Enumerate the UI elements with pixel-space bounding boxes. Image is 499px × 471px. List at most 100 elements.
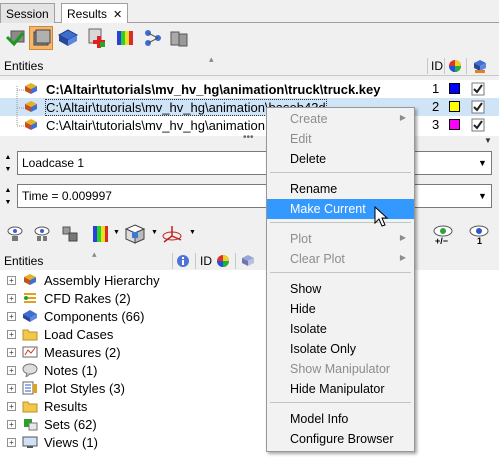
menu-item-model-info[interactable]: Model Info (267, 409, 414, 429)
display-state-icon[interactable] (472, 58, 488, 74)
expand-icon[interactable]: + (7, 402, 16, 411)
loadcase-next-icon[interactable]: ▼ (1, 164, 15, 176)
folder-icon (22, 329, 38, 341)
menu-item-plot[interactable]: Plot ▶ (267, 229, 414, 249)
menu-item-label: Edit (290, 132, 312, 146)
sort-indicator-icon: ▴ (209, 54, 214, 64)
tree-item[interactable]: + Notes (1) (0, 361, 260, 379)
scroll-down-icon[interactable]: ▼ (484, 136, 492, 145)
menu-item-rename[interactable]: Rename (267, 179, 414, 199)
time-dropdown[interactable]: Time = 0.009997 ▼ (17, 184, 492, 208)
model-color-swatch[interactable] (449, 119, 460, 130)
chevron-down-icon[interactable]: ▼ (151, 229, 158, 236)
id-column-header[interactable]: ID (431, 59, 443, 73)
contour-button[interactable] (113, 26, 137, 50)
color-legend-icon[interactable] (91, 223, 109, 245)
expand-icon[interactable]: + (7, 420, 16, 429)
mouse-cursor-icon (374, 206, 389, 227)
tab-results[interactable]: Results ✕ (61, 3, 129, 24)
expand-icon[interactable]: + (7, 384, 16, 393)
add-icon (88, 28, 105, 48)
menu-item-show[interactable]: Show (267, 279, 414, 299)
tree-item[interactable]: + Components (66) (0, 307, 260, 325)
model-list-header: Entities ▴ ID (0, 54, 499, 76)
display-checkbox-icon[interactable] (471, 118, 485, 132)
menu-item-show-manipulator[interactable]: Show Manipulator (267, 359, 414, 379)
time-value: Time = 0.009997 (22, 189, 112, 203)
menu-item-configure-browser[interactable]: Configure Browser (267, 429, 414, 449)
time-row: ▲ ▼ Time = 0.009997 ▼ (0, 184, 499, 210)
model-color-swatch[interactable] (449, 101, 460, 112)
expand-icon[interactable]: + (7, 312, 16, 321)
tree-item[interactable]: + Assembly Hierarchy (0, 271, 260, 289)
expand-icon[interactable]: + (7, 276, 16, 285)
color-wheel-icon[interactable] (216, 254, 230, 268)
result-button[interactable] (56, 26, 80, 50)
menu-item-hide-manipulator[interactable]: Hide Manipulator (267, 379, 414, 399)
cube-view-icon[interactable] (123, 223, 147, 245)
axis-icon[interactable] (160, 223, 184, 245)
menu-item-edit[interactable]: Edit (267, 129, 414, 149)
id-column-header[interactable]: ID (200, 254, 212, 268)
chevron-down-icon[interactable]: ▼ (189, 229, 196, 236)
display-state-icon[interactable] (240, 253, 256, 269)
time-next-icon[interactable]: ▼ (1, 197, 15, 209)
show-all-icon[interactable] (5, 224, 25, 244)
model-color-swatch[interactable] (449, 83, 460, 94)
menu-separator (270, 272, 411, 273)
submenu-arrow-icon: ▶ (399, 253, 406, 262)
menu-item-clear-plot[interactable]: Clear Plot ▶ (267, 249, 414, 269)
expand-icon[interactable]: + (7, 294, 16, 303)
tree-item[interactable]: + Measures (2) (0, 343, 260, 361)
menu-item-isolate[interactable]: Isolate (267, 319, 414, 339)
loadcase-dropdown[interactable]: Loadcase 1 ▼ (17, 151, 492, 175)
display-checkbox-icon[interactable] (471, 100, 485, 114)
splitter[interactable]: ••• ▼ (0, 132, 499, 146)
info-icon[interactable] (176, 254, 190, 268)
network-button[interactable] (141, 26, 165, 50)
tab-session[interactable]: Session (0, 3, 55, 23)
menu-item-isolate-only[interactable]: Isolate Only (267, 339, 414, 359)
close-icon[interactable]: ✕ (113, 9, 122, 21)
model-view-button[interactable] (29, 26, 53, 50)
import-model-button[interactable] (4, 26, 28, 50)
dropdown-arrow-icon[interactable]: ▼ (474, 185, 491, 207)
tree-item-label: Load Cases (44, 327, 114, 342)
expand-icon[interactable]: + (7, 366, 16, 375)
loadcase-prev-icon[interactable]: ▲ (1, 152, 15, 164)
tree-item[interactable]: + Load Cases (0, 325, 260, 343)
color-wheel-icon[interactable] (448, 59, 462, 73)
menu-item-label: Create (290, 112, 328, 126)
measures-icon (22, 346, 38, 358)
show-selected-icon[interactable] (32, 224, 52, 244)
add-button[interactable] (85, 26, 109, 50)
expand-icon[interactable]: + (7, 348, 16, 357)
display-checkbox-icon[interactable] (471, 82, 485, 96)
splitter-grip-icon[interactable]: ••• (243, 132, 254, 143)
menu-item-hide[interactable]: Hide (267, 299, 414, 319)
menu-item-label: Show (290, 282, 322, 296)
model-id: 3 (432, 117, 440, 132)
menu-item-label: Configure Browser (290, 432, 394, 446)
contour-icon (117, 31, 133, 45)
tree-item[interactable]: + Plot Styles (3) (0, 379, 260, 397)
expand-icon[interactable]: + (7, 438, 16, 447)
menu-item-label: Plot (290, 232, 312, 246)
dropdown-arrow-icon[interactable]: ▼ (474, 152, 491, 174)
model-row[interactable]: C:\Altair\tutorials\mv_hv_hg\animation\b… (0, 98, 499, 116)
cylinders-button[interactable] (167, 26, 191, 50)
tree-item[interactable]: + Views (1) (0, 433, 260, 451)
tree-item[interactable]: + Sets (62) (0, 415, 260, 433)
menu-item-create[interactable]: Create ▶ (267, 109, 414, 129)
tree-item[interactable]: + CFD Rakes (2) (0, 289, 260, 307)
visibility-one-label: 1 (477, 236, 483, 246)
menu-item-make-current[interactable]: Make Current (267, 199, 414, 219)
chevron-down-icon[interactable]: ▼ (113, 229, 120, 236)
model-row[interactable]: C:\Altair\tutorials\mv_hv_hg\animation\t… (0, 80, 499, 98)
expand-icon[interactable]: + (7, 330, 16, 339)
time-prev-icon[interactable]: ▲ (1, 185, 15, 197)
tree-item[interactable]: + Results (0, 397, 260, 415)
menu-item-delete[interactable]: Delete (267, 149, 414, 169)
isolate-icon[interactable] (60, 224, 80, 244)
entities-header-label: Entities (4, 254, 44, 268)
